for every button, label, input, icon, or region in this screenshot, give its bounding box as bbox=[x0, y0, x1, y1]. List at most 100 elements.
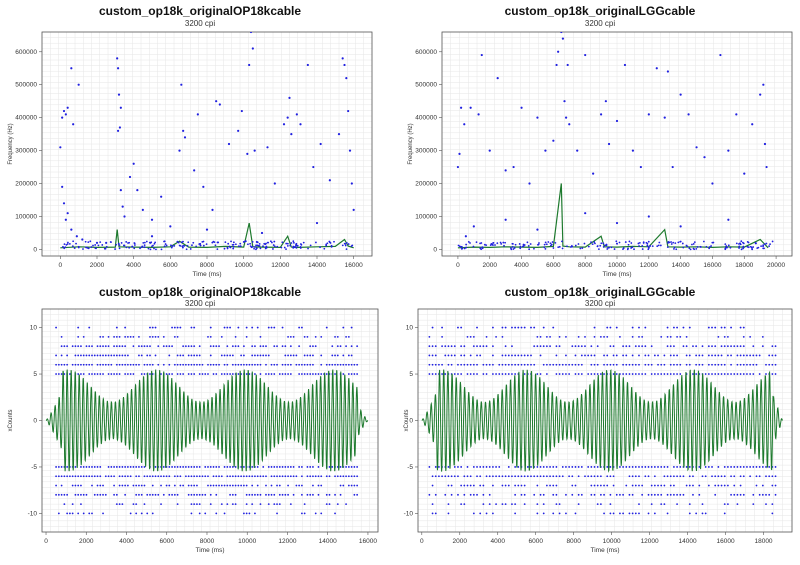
data-point bbox=[276, 466, 278, 468]
data-point bbox=[752, 503, 755, 506]
data-point bbox=[514, 466, 517, 468]
data-point bbox=[641, 373, 644, 375]
data-point bbox=[444, 493, 447, 496]
data-point bbox=[511, 242, 514, 245]
data-point bbox=[749, 363, 752, 366]
data-point bbox=[631, 354, 634, 357]
data-point bbox=[249, 32, 253, 34]
data-point bbox=[55, 484, 57, 487]
data-point bbox=[457, 373, 459, 375]
data-point bbox=[96, 363, 99, 366]
data-point bbox=[312, 345, 314, 348]
data-point bbox=[747, 241, 750, 244]
data-point bbox=[265, 484, 267, 487]
data-point bbox=[173, 466, 176, 468]
data-point bbox=[259, 247, 262, 250]
data-point bbox=[759, 93, 762, 96]
data-point bbox=[198, 466, 201, 468]
data-point bbox=[149, 493, 151, 496]
data-point bbox=[82, 466, 85, 468]
data-point bbox=[637, 242, 640, 245]
data-point bbox=[692, 484, 694, 487]
x-tick-label: 12000 bbox=[271, 262, 289, 269]
data-point bbox=[251, 503, 254, 506]
data-point bbox=[320, 354, 323, 357]
data-point bbox=[544, 247, 547, 250]
data-point bbox=[176, 335, 179, 338]
data-point bbox=[736, 373, 739, 375]
data-point bbox=[733, 373, 736, 375]
data-point bbox=[720, 345, 723, 348]
data-point bbox=[673, 475, 675, 478]
data-point bbox=[205, 228, 209, 231]
data-point bbox=[679, 475, 682, 478]
data-point bbox=[242, 363, 245, 366]
data-point bbox=[267, 503, 270, 506]
data-point bbox=[265, 475, 267, 478]
data-point bbox=[59, 146, 62, 149]
data-point bbox=[215, 466, 218, 468]
data-point bbox=[251, 484, 254, 487]
data-point bbox=[62, 109, 66, 113]
data-point bbox=[685, 345, 688, 348]
data-point bbox=[688, 326, 691, 329]
data-point bbox=[165, 345, 168, 348]
data-point bbox=[730, 475, 732, 478]
data-point bbox=[309, 475, 312, 478]
data-point bbox=[625, 373, 628, 375]
data-point bbox=[312, 373, 314, 375]
data-point bbox=[273, 345, 276, 348]
data-point bbox=[695, 512, 698, 515]
data-point bbox=[309, 373, 312, 375]
data-point bbox=[689, 248, 692, 251]
data-point bbox=[176, 503, 179, 506]
data-point bbox=[730, 493, 732, 496]
data-point bbox=[126, 475, 129, 478]
data-point bbox=[220, 475, 223, 478]
data-point bbox=[71, 475, 74, 478]
data-point bbox=[660, 484, 663, 487]
data-point bbox=[125, 241, 128, 243]
data-point bbox=[215, 512, 218, 515]
data-point bbox=[118, 484, 121, 487]
data-point bbox=[72, 240, 75, 243]
data-point bbox=[193, 484, 196, 487]
data-point bbox=[751, 123, 754, 126]
data-point bbox=[727, 503, 729, 506]
data-point bbox=[504, 345, 507, 348]
data-point bbox=[88, 363, 91, 366]
data-point bbox=[68, 475, 71, 478]
data-point bbox=[99, 335, 102, 338]
data-point bbox=[292, 493, 295, 496]
data-point bbox=[226, 247, 229, 250]
x-tick-label: 16000 bbox=[359, 538, 377, 545]
data-point bbox=[209, 363, 212, 366]
data-point bbox=[239, 245, 242, 248]
data-point bbox=[676, 493, 678, 496]
data-point bbox=[740, 240, 743, 243]
data-point bbox=[325, 493, 328, 496]
data-point bbox=[599, 475, 602, 478]
data-point bbox=[356, 363, 359, 366]
data-point bbox=[171, 466, 173, 468]
data-point bbox=[647, 113, 650, 116]
data-point bbox=[344, 244, 347, 247]
data-point bbox=[312, 484, 314, 487]
data-point bbox=[688, 466, 691, 468]
data-point bbox=[520, 326, 523, 329]
data-point bbox=[179, 326, 182, 329]
data-point bbox=[763, 142, 767, 146]
data-point bbox=[223, 326, 226, 329]
data-point bbox=[288, 96, 291, 99]
data-point bbox=[450, 493, 453, 496]
data-point bbox=[226, 354, 229, 357]
data-point bbox=[607, 142, 611, 146]
data-point bbox=[342, 363, 345, 366]
data-point bbox=[555, 503, 558, 506]
data-point bbox=[328, 475, 331, 478]
data-point bbox=[723, 466, 726, 468]
data-point bbox=[590, 373, 593, 375]
data-point bbox=[103, 247, 106, 250]
data-point bbox=[218, 345, 220, 348]
data-point bbox=[514, 373, 517, 375]
